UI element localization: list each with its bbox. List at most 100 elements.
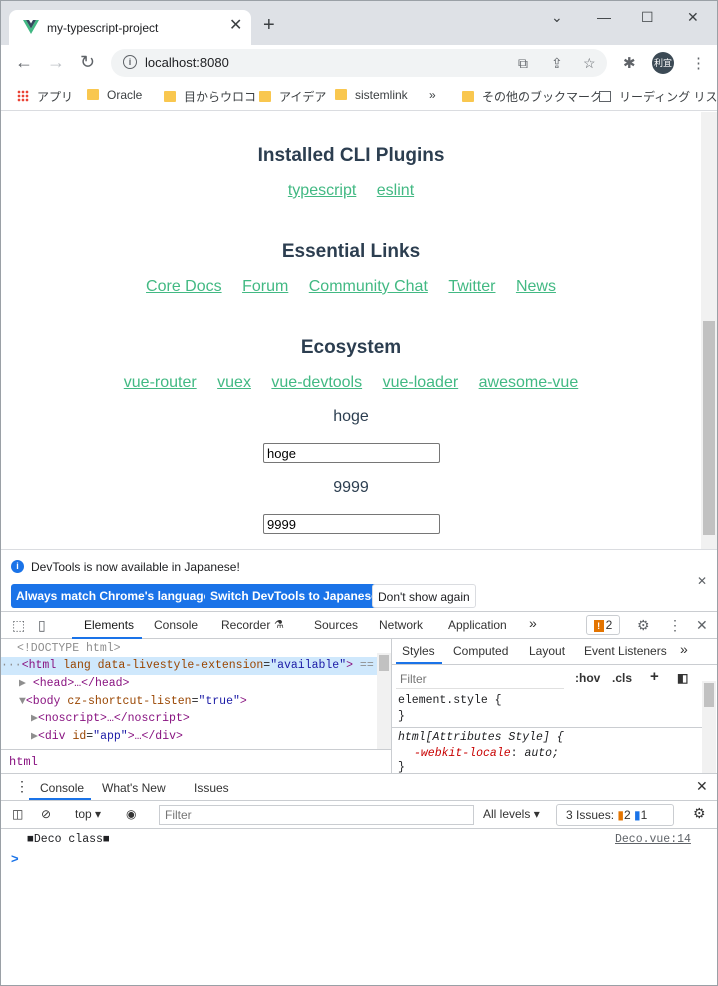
new-tab-button[interactable]: +: [263, 15, 275, 35]
element-style-selector[interactable]: element.style {: [398, 694, 502, 707]
link-news[interactable]: News: [516, 278, 556, 295]
elements-scrollbar-thumb[interactable]: [379, 655, 389, 671]
match-language-button[interactable]: Always match Chrome's language: [11, 584, 216, 608]
bookmark-mekara[interactable]: 目からウロコ: [164, 88, 256, 105]
menu-icon[interactable]: ⋮: [691, 54, 706, 72]
collapse-arrow-icon[interactable]: ▼: [19, 695, 26, 708]
reading-list[interactable]: リーディング リスト: [599, 88, 717, 105]
tab-search-icon[interactable]: ⌄: [551, 9, 563, 25]
drawer-tab-console[interactable]: Console: [40, 781, 84, 795]
address-bar[interactable]: i localhost:8080 ⧉ ⇪ ☆: [111, 49, 607, 77]
site-info-icon[interactable]: i: [123, 55, 137, 69]
close-tab-icon[interactable]: ✕: [229, 18, 242, 34]
dont-show-again-button[interactable]: Don't show again: [372, 584, 476, 608]
styles-filter-input[interactable]: Filter: [396, 669, 564, 689]
div-app-node-line[interactable]: ▶<div id="app">…</div>: [31, 728, 183, 746]
expand-arrow-icon[interactable]: ▶: [19, 677, 26, 690]
hover-state-toggle[interactable]: :hov: [575, 671, 600, 685]
new-rule-button[interactable]: +: [650, 668, 659, 685]
extensions-icon[interactable]: ✱: [623, 54, 636, 72]
inspect-element-icon[interactable]: ⬚: [12, 617, 25, 634]
expand-arrow-icon[interactable]: ▶: [31, 730, 38, 743]
link-twitter[interactable]: Twitter: [448, 278, 495, 295]
maximize-icon[interactable]: ☐: [641, 9, 654, 25]
tab-application[interactable]: Application: [448, 618, 507, 632]
bookmark-other[interactable]: その他のブックマーク: [462, 88, 602, 105]
close-devtools-icon[interactable]: ✕: [696, 617, 708, 634]
doctype-line[interactable]: <!DOCTYPE html>: [17, 640, 121, 658]
css-declaration[interactable]: -webkit-locale: auto;: [414, 747, 559, 760]
breadcrumb-html[interactable]: html: [9, 755, 38, 769]
drawer-tab-issues[interactable]: Issues: [194, 781, 229, 795]
browser-tab[interactable]: my-typescript-project ✕: [9, 10, 251, 45]
live-expression-eye-icon[interactable]: ◉: [126, 807, 136, 821]
issues-badge[interactable]: ! 2: [586, 615, 620, 635]
bookmark-sistemlink[interactable]: sistemlink: [335, 88, 408, 102]
link-vue-devtools[interactable]: vue-devtools: [271, 374, 362, 391]
link-vue-router[interactable]: vue-router: [124, 374, 197, 391]
forward-icon[interactable]: →: [47, 52, 65, 72]
minimize-icon[interactable]: —: [597, 9, 611, 25]
log-levels-dropdown[interactable]: All levels ▾: [483, 807, 540, 821]
close-drawer-icon[interactable]: ✕: [696, 778, 708, 795]
reload-icon[interactable]: ↻: [80, 52, 95, 72]
tab-sources[interactable]: Sources: [314, 618, 358, 632]
back-icon[interactable]: ←: [15, 52, 33, 72]
class-toggle[interactable]: .cls: [612, 671, 632, 685]
link-awesome-vue[interactable]: awesome-vue: [479, 374, 579, 391]
toggle-sidebar-icon[interactable]: ◧: [677, 671, 688, 685]
tab-recorder[interactable]: Recorder: [221, 618, 270, 632]
bookmark-idea[interactable]: アイデア: [259, 88, 326, 105]
bookmarks-more-icon[interactable]: »: [429, 88, 436, 102]
attributes-style-selector[interactable]: html[Attributes Style] {: [398, 731, 564, 744]
clear-console-icon[interactable]: ⊘: [41, 807, 51, 821]
page-scrollbar-thumb[interactable]: [703, 321, 715, 535]
link-community-chat[interactable]: Community Chat: [309, 278, 428, 295]
tab-elements[interactable]: Elements: [84, 618, 134, 632]
settings-gear-icon[interactable]: ⚙: [637, 617, 650, 634]
address-url[interactable]: localhost:8080: [145, 55, 229, 70]
profile-avatar[interactable]: 利宜: [652, 52, 674, 74]
hoge-input[interactable]: [263, 443, 440, 463]
styles-scrollbar-thumb[interactable]: [704, 683, 714, 707]
link-vue-loader[interactable]: vue-loader: [383, 374, 459, 391]
share-icon[interactable]: ⇪: [551, 55, 563, 72]
bookmark-oracle[interactable]: Oracle: [87, 88, 142, 102]
issues-counter[interactable]: 3 Issues: ▮2 ▮1: [556, 804, 674, 826]
console-log-source-link[interactable]: Deco.vue:14: [615, 833, 691, 846]
number-input[interactable]: [263, 514, 440, 534]
html-node-line[interactable]: ···<html lang data-livestyle-extension="…: [1, 657, 391, 675]
link-eslint[interactable]: eslint: [377, 182, 414, 199]
link-vuex[interactable]: vuex: [217, 374, 251, 391]
console-prompt[interactable]: >: [11, 851, 19, 866]
body-node-line[interactable]: ▼<body cz-shortcut-listen="true">: [19, 693, 247, 711]
bookmark-star-icon[interactable]: ☆: [583, 55, 596, 72]
device-toolbar-icon[interactable]: ▯: [38, 617, 46, 634]
drawer-tab-whats-new[interactable]: What's New: [102, 781, 166, 795]
tab-console[interactable]: Console: [154, 618, 198, 632]
tab-layout[interactable]: Layout: [529, 644, 565, 658]
switch-japanese-button[interactable]: Switch DevTools to Japanese: [205, 584, 383, 608]
more-tabs-icon[interactable]: »: [529, 615, 537, 631]
expand-arrow-icon[interactable]: ▶: [31, 712, 38, 725]
more-styles-tabs-icon[interactable]: »: [680, 641, 688, 657]
link-core-docs[interactable]: Core Docs: [146, 278, 222, 295]
tab-computed[interactable]: Computed: [453, 644, 508, 658]
tab-network[interactable]: Network: [379, 618, 423, 632]
close-window-icon[interactable]: ✕: [687, 9, 699, 25]
devtools-menu-icon[interactable]: ⋮: [668, 617, 682, 634]
context-selector[interactable]: top ▾: [75, 807, 101, 821]
console-filter-input[interactable]: Filter: [159, 805, 474, 825]
drawer-menu-icon[interactable]: ⋮: [15, 778, 29, 795]
translate-icon[interactable]: ⧉: [518, 55, 528, 72]
tab-styles[interactable]: Styles: [402, 644, 435, 658]
tab-event-listeners[interactable]: Event Listeners: [584, 644, 667, 658]
close-icon[interactable]: ✕: [697, 574, 707, 588]
head-node-line[interactable]: ▶ <head>…</head>: [19, 675, 129, 693]
link-forum[interactable]: Forum: [242, 278, 288, 295]
console-settings-icon[interactable]: ⚙: [693, 805, 706, 822]
noscript-node-line[interactable]: ▶<noscript>…</noscript>: [31, 710, 190, 728]
link-typescript[interactable]: typescript: [288, 182, 356, 199]
bookmark-apps[interactable]: アプリ: [17, 88, 73, 105]
sidebar-toggle-icon[interactable]: ◫: [12, 807, 23, 821]
